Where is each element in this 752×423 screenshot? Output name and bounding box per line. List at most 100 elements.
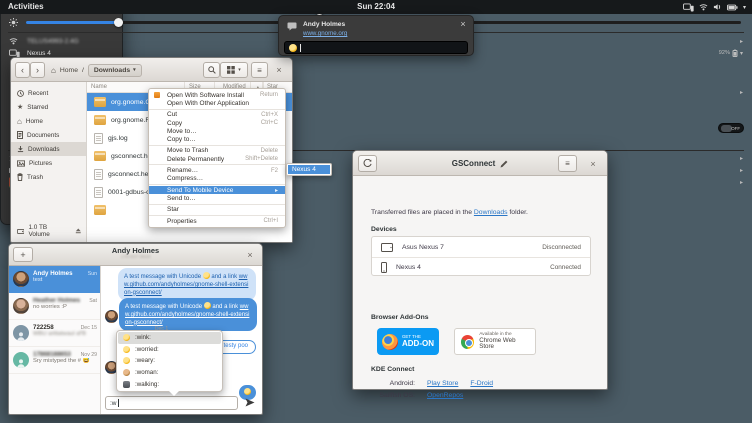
close-button[interactable]: × [586,155,600,172]
breadcrumb[interactable]: ⌂ Home / Downloads ▾ [51,62,142,78]
clock-icon [17,89,24,97]
downloads-link[interactable]: Downloads [474,209,508,216]
new-conversation-button[interactable]: + [13,247,33,262]
intro-text: Transferred files are placed in the Down… [371,209,528,216]
system-tray[interactable]: ▾ [683,0,746,14]
chrome-webstore-button[interactable]: Available in the Chrome Web Store [454,328,536,355]
sidebar-item-volume[interactable]: 1.0 TB Volume [11,224,86,238]
firefox-addon-button[interactable]: GET THE ADD-ON [377,328,439,355]
notification-link[interactable]: www.gnome.org [303,30,347,37]
person-icon [17,359,25,368]
back-button[interactable]: ‹ [15,62,30,78]
wifi-icon [699,3,708,11]
walking-emoji-icon [123,380,130,388]
emoji-option-worried[interactable]: :worried: [118,344,221,356]
sidebar-item-recent[interactable]: Recent [11,86,86,100]
sidebar-item-downloads[interactable]: Downloads [11,142,86,156]
menu-item-star[interactable]: Star [149,206,285,214]
tablet-icon [381,242,393,252]
refresh-button[interactable] [358,155,377,172]
emoji-option-woman[interactable]: :woman: [118,367,221,379]
menu-item-open-with-other-application[interactable]: Open With Other Application [149,99,285,107]
sidebar-item-documents[interactable]: Documents [11,128,86,142]
kde-connect-section-header: KDE Connect [371,366,415,373]
caret-right-icon: ▸ [739,89,743,96]
rename-pencil-icon[interactable] [500,160,508,168]
gsconnect-headerbar: GSConnect ≡ × [353,151,607,176]
notification-banner[interactable]: Andy Holmes www.gnome.org × [278,15,474,56]
sailfish-links-row: Sailfish OS: OpenRepos [377,392,463,399]
conversation-item[interactable]: Andy Holmes Sun test [9,266,100,293]
caret-down-icon: ▾ [739,50,743,57]
clock[interactable]: Sun 22:04 [357,2,395,11]
openrepos-link[interactable]: OpenRepos [427,392,463,399]
sunglasses-emoji-icon [203,302,211,309]
menu-item-rename[interactable]: Rename… F2 [149,166,285,174]
device-battery-percent: 92% [718,50,730,56]
message-input[interactable]: :w [105,396,238,410]
f-droid-link[interactable]: F-Droid [470,380,493,387]
package-icon [94,205,106,215]
emoji-option-walking[interactable]: :walking: [118,378,221,390]
device-row-asus-nexus-7[interactable]: Asus Nexus 7 Disconnected [372,237,590,257]
menu-item-send-to-mobile-device[interactable]: Send To Mobile Device ▸ [149,185,285,195]
emoji-option-wink[interactable]: :wink: [118,332,221,344]
menu-item-compress[interactable]: Compress… [149,175,285,183]
sidebar-item-pictures[interactable]: Pictures [11,156,86,170]
avatar [13,352,29,368]
window-menu-button[interactable]: ≡ [251,62,268,78]
sidebar-item-home[interactable]: ⌂ Home [11,114,86,128]
close-icon: × [460,19,466,29]
send-button[interactable] [245,398,255,407]
menu-item-move-to-trash[interactable]: Move to Trash Delete [149,147,285,155]
sidebar-item-starred[interactable]: ★ Starred [11,100,86,114]
menu-item-properties[interactable]: Properties Ctrl+I [149,217,285,225]
eject-icon[interactable] [75,228,82,234]
android-label: Android: [389,380,415,387]
close-button[interactable]: × [457,18,469,30]
menu-item-copy[interactable]: Copy Ctrl+C [149,119,285,127]
firefox-logo-icon [382,333,398,350]
menu-item-cut[interactable]: Cut Ctrl+X [149,111,285,119]
breadcrumb-home[interactable]: Home [60,67,78,74]
breadcrumb-current[interactable]: Downloads ▾ [87,63,142,77]
view-toggle-button[interactable]: ▾ [220,62,248,78]
conversation-item[interactable]: 722258 Dec 15 WBU artitatwaul af'B [9,320,100,347]
device-list: Asus Nexus 7 Disconnected Nexus 4 Connec… [371,236,591,276]
conversation-item[interactable]: 17868188653 Nov 29 Sry mistyped the # 😅 [9,347,100,374]
menu-item-delete-permanently[interactable]: Delete Permanently Shift+Delete [149,155,285,163]
search-button[interactable] [203,62,220,78]
back-icon: ‹ [21,65,24,75]
emoji-option-weary[interactable]: :weary: [118,355,221,367]
play-store-link[interactable]: Play Store [427,380,458,387]
sunglasses-emoji-icon [202,272,210,279]
phone-icon [381,262,387,273]
do-not-disturb-toggle[interactable]: OFF [718,123,744,133]
wifi-icon [9,37,18,45]
activities-button[interactable]: Activities [8,2,44,11]
notification-reply-input[interactable] [284,41,468,54]
menu-item-move-to[interactable]: Move to… [149,127,285,135]
worried-emoji-icon [123,345,130,353]
brightness-slider-knob[interactable] [114,17,124,27]
forward-button[interactable]: › [30,62,45,78]
close-button[interactable]: × [272,62,286,78]
close-button[interactable]: × [243,247,257,262]
refresh-icon [363,159,372,168]
mobile-device-icon [683,2,694,12]
chrome-logo-icon [461,334,475,349]
chat-title: Andy Holmes 178-837-9829 [9,246,262,260]
desktop: Activities Sun 22:04 ▾ ‹ › ⌂ Home / Down… [0,0,752,423]
sidebar-item-trash[interactable]: Trash [11,170,86,184]
submenu-item-nexus-4[interactable]: Nexus 4 [288,165,330,174]
device-row-nexus-4[interactable]: Nexus 4 Connected [372,257,590,277]
avatar [13,271,29,287]
menu-item-send-to[interactable]: Send to… [149,194,285,202]
conversation-item[interactable]: Heather Holmes Sat no worries :P [9,293,100,320]
menu-item-copy-to[interactable]: Copy to… [149,135,285,143]
sailfish-label: Sailfish OS: [379,392,415,399]
window-menu-button[interactable]: ≡ [558,155,577,172]
menu-item-open-with-software-install[interactable]: Open With Software Install Return [149,91,285,99]
notification-title: Andy Holmes [303,21,346,28]
text-cursor [117,399,119,407]
